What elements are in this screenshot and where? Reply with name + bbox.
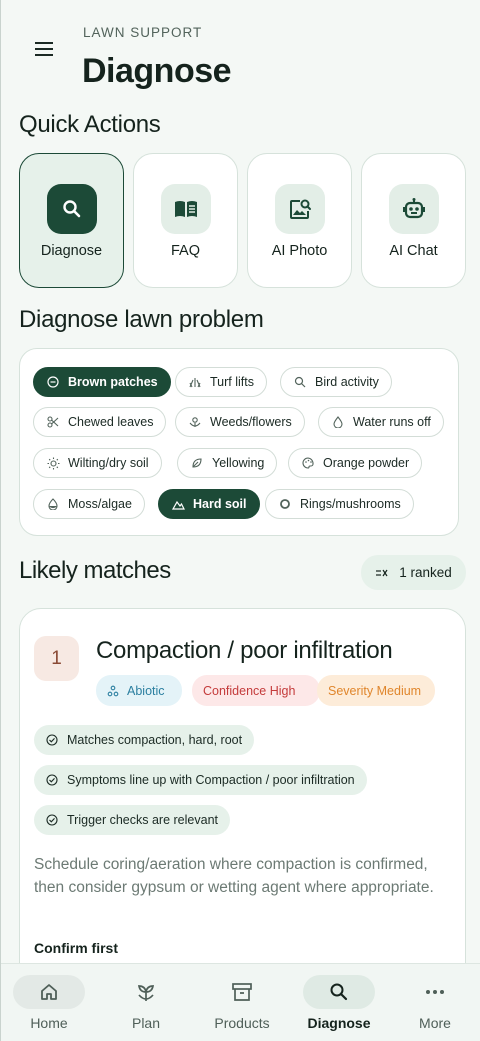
nav-home[interactable]: Home [1, 964, 97, 1041]
confidence-tag-label: Confidence High [203, 683, 296, 698]
leaf-icon [190, 456, 204, 470]
chip-water-runs-off[interactable]: Water runs off [318, 407, 444, 437]
advice-text: Schedule coring/aeration where compactio… [34, 856, 434, 896]
evidence-item: Trigger checks are relevant [34, 805, 230, 835]
chip-weeds-flowers[interactable]: Weeds/flowers [175, 407, 305, 437]
chip-label: Moss/algae [68, 497, 132, 511]
type-tag-label: Abiotic [127, 683, 165, 698]
quick-action-ai-photo[interactable]: AI Photo [247, 153, 352, 288]
quick-action-label: FAQ [170, 243, 200, 259]
chip-label: Orange powder [323, 456, 410, 470]
diagnose-title: Diagnose lawn problem [19, 306, 264, 333]
section-eyebrow: LAWN SUPPORT [83, 25, 203, 40]
severity-tag: Severity Medium [317, 675, 435, 706]
evidence-item: Symptoms line up with Compaction / poor … [34, 765, 367, 795]
type-tag: Abiotic [96, 675, 182, 706]
sun-icon [46, 456, 60, 470]
chip-label: Chewed leaves [68, 415, 154, 429]
chip-turf-lifts[interactable]: Turf lifts [175, 367, 267, 397]
quick-action-label: Diagnose [40, 243, 103, 259]
nav-label: More [419, 1015, 451, 1031]
match-card[interactable]: 1 Compaction / poor infiltration Abiotic… [19, 608, 466, 988]
sprout-icon [137, 985, 155, 1001]
match-title: Compaction / poor infiltration [96, 637, 393, 664]
moss-icon [46, 497, 60, 511]
evidence-label: Matches compaction, hard, root [67, 733, 243, 747]
quick-action-ai-chat[interactable]: AI Chat [361, 153, 466, 288]
ranked-count-label: 1 ranked [399, 565, 452, 580]
nav-label: Plan [131, 1015, 161, 1031]
quick-action-label: AI Chat [389, 243, 438, 259]
image-search-icon [290, 199, 311, 219]
home-icon [41, 984, 57, 1000]
nav-diagnose[interactable]: Diagnose [291, 964, 387, 1041]
bottom-navigation: Home Plan Products Diagnose More [1, 963, 480, 1041]
search-icon [63, 200, 81, 218]
ring-icon [278, 497, 292, 511]
nav-label: Diagnose [307, 1015, 371, 1031]
chip-label: Water runs off [353, 415, 431, 429]
nav-plan[interactable]: Plan [98, 964, 194, 1041]
page-title: Diagnose [82, 52, 232, 90]
chip-brown-patches[interactable]: Brown patches [33, 367, 171, 397]
grass-icon [188, 375, 202, 389]
chip-rings-mushrooms[interactable]: Rings/mushrooms [265, 489, 414, 519]
rank-number: 1 [34, 636, 79, 681]
evidence-label: Trigger checks are relevant [67, 813, 218, 827]
nav-products[interactable]: Products [194, 964, 290, 1041]
chip-chewed-leaves[interactable]: Chewed leaves [33, 407, 167, 437]
robot-icon [403, 198, 425, 219]
chip-label: Rings/mushrooms [300, 497, 401, 511]
chip-label: Yellowing [212, 456, 265, 470]
severity-tag-label: Severity Medium [328, 683, 422, 698]
chip-hard-soil[interactable]: Hard soil [158, 489, 260, 519]
quick-actions: Diagnose FAQ AI Photo AI Chat [19, 153, 466, 288]
menu-button[interactable] [31, 36, 57, 62]
quick-actions-title: Quick Actions [19, 111, 161, 138]
menu-icon [35, 42, 53, 56]
chip-label: Turf lifts [210, 375, 254, 389]
chip-moss-algae[interactable]: Moss/algae [33, 489, 145, 519]
nav-label: Products [214, 1015, 270, 1031]
drop-icon [331, 415, 345, 429]
flower-icon [188, 415, 202, 429]
archive-icon [232, 983, 252, 1001]
confidence-tag: Confidence High [192, 675, 320, 706]
quick-action-diagnose[interactable]: Diagnose [19, 153, 124, 288]
category-icon [107, 685, 119, 697]
check-circle-icon [46, 774, 58, 786]
search-icon [293, 375, 307, 389]
evidence-label: Symptoms line up with Compaction / poor … [67, 773, 355, 787]
chip-bird-activity[interactable]: Bird activity [280, 367, 392, 397]
chip-label: Wilting/dry soil [68, 456, 149, 470]
patch-icon [46, 375, 60, 389]
chip-label: Bird activity [315, 375, 379, 389]
symptom-chip-panel: Brown patches Turf lifts Bird activity C… [19, 348, 459, 536]
nav-label: Home [30, 1015, 68, 1031]
terrain-icon [171, 497, 185, 511]
confirm-first-heading: Confirm first [34, 940, 118, 956]
chip-label: Hard soil [193, 497, 247, 511]
nav-more[interactable]: More [387, 964, 480, 1041]
chip-orange-powder[interactable]: Orange powder [288, 448, 423, 478]
quick-action-faq[interactable]: FAQ [133, 153, 238, 288]
ranked-count-badge[interactable]: 1 ranked [361, 555, 466, 590]
scissors-icon [46, 415, 60, 429]
chip-label: Weeds/flowers [210, 415, 292, 429]
check-circle-icon [46, 734, 58, 746]
chip-yellowing[interactable]: Yellowing [177, 448, 278, 478]
book-icon [175, 201, 197, 217]
app-header: LAWN SUPPORT Diagnose [1, 0, 480, 110]
more-icon [426, 990, 444, 994]
palette-icon [301, 456, 315, 470]
evidence-item: Matches compaction, hard, root [34, 725, 255, 755]
chip-label: Brown patches [68, 375, 158, 389]
search-icon [330, 983, 348, 1001]
likely-matches-title: Likely matches [19, 557, 171, 584]
quick-action-label: AI Photo [271, 243, 328, 259]
chip-wilting-dry-soil[interactable]: Wilting/dry soil [33, 448, 162, 478]
sort-icon [375, 567, 389, 579]
check-circle-icon [46, 814, 58, 826]
